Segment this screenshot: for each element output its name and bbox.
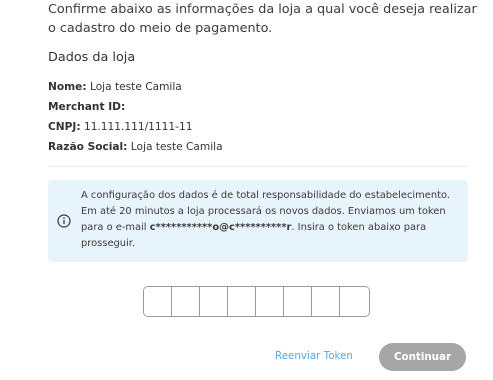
token-input-group: [143, 286, 370, 317]
razao-social-label: Razão Social:: [48, 141, 128, 153]
notice-text: A configuração dos dados é de total resp…: [81, 188, 461, 252]
token-digit-6[interactable]: [284, 287, 312, 316]
store-name-value: Loja teste Camila: [86, 81, 182, 93]
token-digit-1[interactable]: [144, 287, 172, 316]
store-confirmation-page: Confirme abaixo as informações da loja a…: [0, 0, 493, 380]
token-digit-4[interactable]: [228, 287, 256, 316]
masked-email: c***********o@c**********r: [149, 222, 292, 233]
merchant-id-row: Merchant ID:: [48, 97, 223, 117]
intro-text: Confirme abaixo as informações da loja a…: [48, 2, 477, 36]
info-circle-icon: [57, 213, 71, 228]
token-digit-2[interactable]: [172, 287, 200, 316]
store-info-list: Nome: Loja teste Camila Merchant ID: CNP…: [48, 77, 223, 157]
continue-button[interactable]: Continuar: [379, 343, 466, 371]
section-divider: [48, 166, 468, 167]
cnpj-label: CNPJ:: [48, 121, 81, 133]
token-digit-7[interactable]: [312, 287, 340, 316]
razao-social-value: Loja teste Camila: [127, 141, 223, 153]
responsibility-notice: A configuração dos dados é de total resp…: [48, 180, 468, 262]
store-section-title: Dados da loja: [48, 50, 136, 65]
token-digit-5[interactable]: [256, 287, 284, 316]
resend-token-link[interactable]: Reenviar Token: [275, 350, 353, 362]
cnpj-row: CNPJ: 11.111.111/1111-11: [48, 117, 223, 137]
token-digit-3[interactable]: [200, 287, 228, 316]
store-name-label: Nome:: [48, 81, 87, 93]
merchant-id-label: Merchant ID:: [48, 101, 126, 113]
store-name-row: Nome: Loja teste Camila: [48, 77, 223, 97]
token-digit-8[interactable]: [340, 287, 369, 316]
cnpj-value: 11.111.111/1111-11: [80, 121, 193, 133]
razao-social-row: Razão Social: Loja teste Camila: [48, 137, 223, 157]
